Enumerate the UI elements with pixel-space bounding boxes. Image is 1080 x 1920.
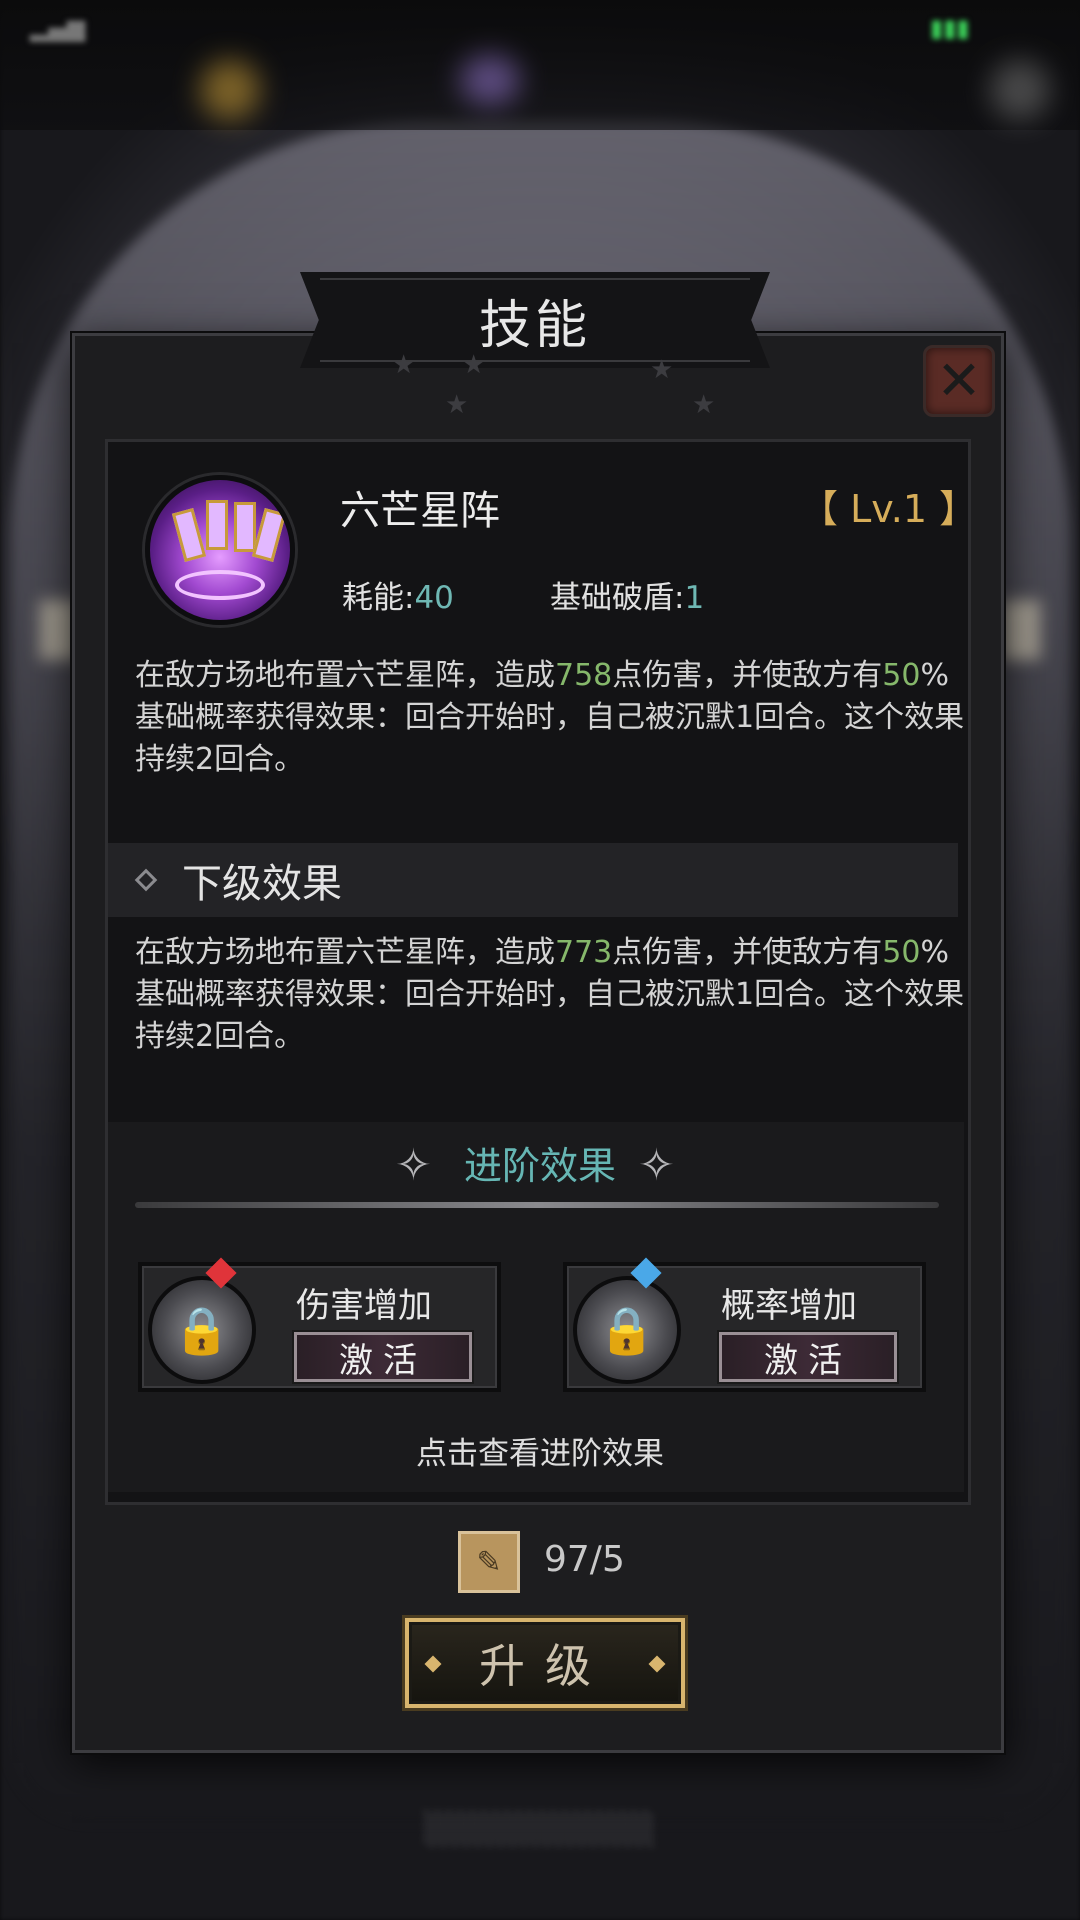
activate-button[interactable]: 激活 <box>719 1332 897 1382</box>
scroll-material-icon[interactable]: ✎ <box>458 1531 520 1593</box>
chance-value: 50 <box>882 935 921 970</box>
coin-icon <box>200 60 260 120</box>
damage-value: 773 <box>555 935 613 970</box>
skill-level: 【 Lv.1 】 <box>800 487 978 531</box>
diamond-icon <box>134 868 158 892</box>
lock-icon: 🔒 <box>173 1302 231 1357</box>
advanced-card-chance[interactable]: 🔒 概率增加 激活 <box>563 1257 926 1392</box>
damage-value: 758 <box>555 658 613 693</box>
blurred-hint: ░░░░░░░░░░ <box>424 1812 656 1847</box>
desc-text: 点伤害，并使敌方有 <box>612 658 883 693</box>
locked-crown-icon: 🔒 <box>148 1257 256 1384</box>
advanced-hint-link[interactable]: 点击查看进阶效果 <box>0 1428 1080 1473</box>
divider <box>135 1202 939 1208</box>
energy-cost: 耗能:40 <box>342 572 454 617</box>
hexagram-skill-icon <box>145 475 295 625</box>
next-level-description: 在敌方场地布置六芒星阵，造成773点伤害，并使敌方有50%基础概率获得效果：回合… <box>135 932 965 1058</box>
menu-icon <box>990 60 1050 120</box>
energy-cost-label: 耗能: <box>342 580 415 616</box>
diamond-ornament-icon <box>648 1655 666 1673</box>
diamond-ornament-icon <box>424 1655 442 1673</box>
skill-description: 在敌方场地布置六芒星阵，造成758点伤害，并使敌方有50%基础概率获得效果：回合… <box>135 655 965 781</box>
desc-text: 点伤害，并使敌方有 <box>612 935 883 970</box>
shield-break-label: 基础破盾: <box>550 580 685 616</box>
upgrade-label: 升级 <box>479 1639 611 1693</box>
right-arrow-blurred <box>1000 600 1040 660</box>
energy-cost-value: 40 <box>414 580 454 616</box>
shield-break: 基础破盾:1 <box>550 572 704 617</box>
lock-icon: 🔒 <box>598 1302 656 1357</box>
gem-icon <box>460 55 520 105</box>
desc-text: 在敌方场地布置六芒星阵，造成 <box>135 658 555 693</box>
chance-value: 50 <box>882 658 921 693</box>
blue-gem-icon <box>630 1257 662 1289</box>
close-button[interactable]: ✕ <box>923 345 995 417</box>
locked-crown-icon: 🔒 <box>573 1257 681 1384</box>
dialog-title: 技能 <box>478 295 591 356</box>
next-level-header: 下级效果 <box>108 843 958 917</box>
battery-icon: ▮▮▮ <box>930 14 970 42</box>
advanced-effects-title: 进阶效果 <box>463 1144 616 1188</box>
advanced-name: 伤害增加 <box>296 1286 432 1326</box>
red-gem-icon <box>205 1257 237 1289</box>
next-level-title: 下级效果 <box>182 861 342 907</box>
advanced-card-damage[interactable]: 🔒 伤害增加 激活 <box>138 1257 501 1392</box>
decorative-stars: ★ ★ ★ ★ ★ <box>392 350 716 420</box>
close-x-icon: ✕ <box>936 349 982 412</box>
upgrade-button[interactable]: 升级 <box>405 1618 685 1708</box>
material-count: 97/5 <box>544 1539 625 1580</box>
signal-icon: ▂▄▆ <box>30 14 86 42</box>
top-status-bar <box>0 0 1080 130</box>
activate-button[interactable]: 激活 <box>294 1332 472 1382</box>
advanced-name: 概率增加 <box>721 1286 857 1326</box>
skill-name: 六芒星阵 <box>340 488 500 534</box>
desc-text: 在敌方场地布置六芒星阵，造成 <box>135 935 555 970</box>
sparkle-icon: ✧ <box>638 1140 675 1191</box>
shield-break-value: 1 <box>684 580 705 616</box>
